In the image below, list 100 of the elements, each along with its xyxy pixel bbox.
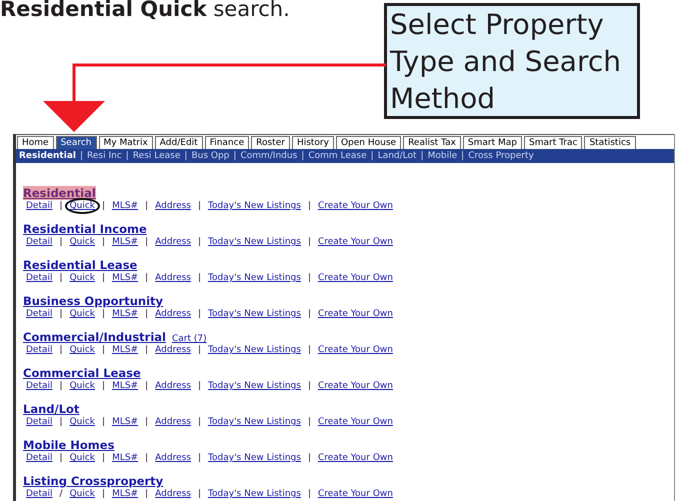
search-link[interactable]: Detail bbox=[21, 450, 58, 466]
subnav-link[interactable]: Cross Property bbox=[468, 151, 534, 161]
nav-tab[interactable]: Search bbox=[56, 136, 96, 149]
section-heading-link[interactable]: Business Opportunity bbox=[23, 294, 164, 308]
search-link[interactable]: Today's New Listings bbox=[203, 342, 306, 358]
search-link[interactable]: MLS# bbox=[107, 414, 144, 430]
separator-text: | bbox=[308, 344, 311, 356]
search-link[interactable]: Today's New Listings bbox=[203, 234, 306, 250]
nav-tab[interactable]: Realist Tax bbox=[403, 136, 461, 149]
section-heading-link[interactable]: Mobile Homes bbox=[23, 438, 114, 452]
search-link[interactable]: Quick bbox=[64, 378, 100, 394]
separator-text: | bbox=[102, 452, 106, 464]
search-link[interactable]: Create Your Own bbox=[312, 450, 398, 466]
search-link[interactable]: Quick bbox=[64, 342, 100, 358]
search-link[interactable]: Quick bbox=[64, 198, 100, 214]
search-link[interactable]: Address bbox=[150, 486, 196, 501]
search-link[interactable]: Detail bbox=[21, 486, 58, 501]
separator-text: | bbox=[184, 151, 188, 161]
search-link[interactable]: Address bbox=[150, 414, 196, 430]
separator-text: | bbox=[198, 272, 202, 284]
search-link[interactable]: Address bbox=[150, 270, 196, 286]
subnav-link[interactable]: Residential bbox=[19, 151, 76, 161]
section-heading-link[interactable]: Listing Crossproperty bbox=[23, 474, 164, 488]
subnav-link[interactable]: Bus Opp bbox=[191, 151, 230, 161]
search-link[interactable]: MLS# bbox=[107, 342, 144, 358]
search-link[interactable]: Quick bbox=[64, 414, 100, 430]
search-link[interactable]: Quick bbox=[64, 450, 100, 466]
section-heading-link[interactable]: Residential bbox=[23, 186, 96, 200]
search-link[interactable]: Detail bbox=[21, 414, 58, 430]
separator-text: | bbox=[233, 151, 236, 161]
nav-tab[interactable]: Home bbox=[17, 136, 54, 149]
separator-text: | bbox=[198, 452, 202, 464]
search-link[interactable]: Quick bbox=[64, 270, 100, 286]
separator-text: | bbox=[145, 344, 148, 356]
search-link[interactable]: Address bbox=[150, 450, 196, 466]
separator-text: | bbox=[102, 308, 106, 320]
search-link[interactable]: Detail bbox=[21, 198, 58, 214]
search-link[interactable]: Create Your Own bbox=[312, 198, 398, 214]
section-heading-link[interactable]: Commercial Lease bbox=[23, 366, 141, 380]
nav-tab[interactable]: Smart Map bbox=[462, 136, 522, 149]
search-link[interactable]: Detail bbox=[21, 342, 58, 358]
subnav-link[interactable]: Land/Lot bbox=[378, 151, 417, 161]
search-link[interactable]: Today's New Listings bbox=[203, 198, 306, 214]
search-link[interactable]: MLS# bbox=[107, 450, 144, 466]
nav-tab[interactable]: Smart Trac bbox=[524, 136, 582, 149]
search-link[interactable]: Detail bbox=[21, 378, 58, 394]
search-link[interactable]: Create Your Own bbox=[312, 342, 398, 358]
section-heading-link[interactable]: Land/Lot bbox=[23, 402, 80, 416]
search-link[interactable]: Quick bbox=[64, 306, 100, 322]
section-heading-link[interactable]: Residential Income bbox=[23, 222, 147, 236]
search-link[interactable]: MLS# bbox=[107, 306, 144, 322]
caption-text: Residential Quick search. bbox=[0, 0, 291, 21]
search-link[interactable]: Create Your Own bbox=[312, 306, 398, 322]
search-link[interactable]: Create Your Own bbox=[312, 378, 398, 394]
search-link[interactable]: Create Your Own bbox=[312, 270, 398, 286]
nav-tab[interactable]: History bbox=[292, 136, 334, 149]
search-link[interactable]: Address bbox=[150, 198, 196, 214]
search-link[interactable]: Today's New Listings bbox=[203, 414, 306, 430]
search-link[interactable]: Quick bbox=[64, 486, 100, 501]
nav-tab[interactable]: Add/Edit bbox=[154, 136, 203, 149]
nav-tab[interactable]: Finance bbox=[204, 136, 250, 149]
subnav-link[interactable]: Resi Lease bbox=[132, 151, 180, 161]
separator-text: | bbox=[102, 416, 106, 428]
search-link[interactable]: Address bbox=[150, 378, 196, 394]
nav-tab[interactable]: My Matrix bbox=[98, 136, 153, 149]
cart-link[interactable]: Cart (7) bbox=[172, 334, 207, 344]
search-link[interactable]: Today's New Listings bbox=[203, 450, 306, 466]
subnav-link[interactable]: Comm/Indus bbox=[240, 151, 298, 161]
search-link[interactable]: MLS# bbox=[107, 198, 144, 214]
search-link[interactable]: Today's New Listings bbox=[203, 306, 306, 322]
separator-text: | bbox=[308, 272, 311, 284]
search-link[interactable]: Quick bbox=[64, 234, 100, 250]
search-link[interactable]: MLS# bbox=[107, 486, 144, 501]
search-link[interactable]: Create Your Own bbox=[312, 486, 398, 501]
separator-text: | bbox=[198, 416, 202, 428]
section-heading-link[interactable]: Residential Lease bbox=[23, 258, 138, 272]
search-link[interactable]: Today's New Listings bbox=[203, 270, 306, 286]
nav-tab[interactable]: Roster bbox=[251, 136, 290, 149]
subnav-link[interactable]: Mobile bbox=[428, 151, 458, 161]
search-link[interactable]: Detail bbox=[21, 270, 58, 286]
separator-text: | bbox=[198, 488, 202, 500]
search-link[interactable]: Create Your Own bbox=[312, 414, 398, 430]
section-heading-link[interactable]: Commercial/Industrial bbox=[23, 330, 166, 344]
search-link[interactable]: Today's New Listings bbox=[203, 486, 306, 501]
search-link[interactable]: Address bbox=[150, 234, 196, 250]
subnav-link[interactable]: Comm Lease bbox=[308, 151, 367, 161]
nav-tab[interactable]: Statistics bbox=[584, 136, 636, 149]
search-link[interactable]: Detail bbox=[21, 234, 58, 250]
separator-text: | bbox=[145, 272, 148, 284]
search-link[interactable]: MLS# bbox=[107, 270, 144, 286]
search-link[interactable]: Create Your Own bbox=[312, 234, 398, 250]
search-link[interactable]: Today's New Listings bbox=[203, 378, 306, 394]
search-link[interactable]: MLS# bbox=[107, 234, 144, 250]
search-link[interactable]: Address bbox=[150, 306, 196, 322]
search-link[interactable]: Address bbox=[150, 342, 196, 358]
separator-text: | bbox=[461, 151, 464, 161]
search-link[interactable]: Detail bbox=[21, 306, 58, 322]
nav-tab[interactable]: Open House bbox=[336, 136, 402, 149]
search-link[interactable]: MLS# bbox=[107, 378, 144, 394]
subnav-link[interactable]: Resi Inc bbox=[87, 151, 122, 161]
